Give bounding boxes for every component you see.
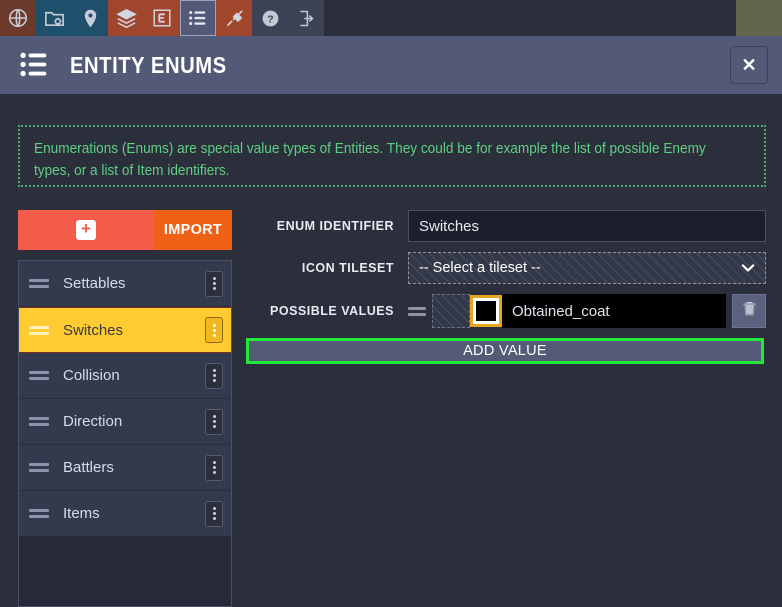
enum-item-menu-button[interactable] — [205, 408, 223, 435]
modal-header: ENTITY ENUMS ✕ — [0, 36, 782, 94]
globe-icon — [7, 7, 29, 29]
drag-handle-icon[interactable] — [29, 462, 49, 474]
enum-item-menu-button[interactable] — [205, 317, 223, 343]
enum-list-panel: + IMPORT Settables Switches Collision Direc… — [18, 210, 232, 607]
toolbar-button-entities[interactable] — [144, 0, 180, 36]
drag-handle-icon[interactable] — [29, 508, 49, 520]
enum-identifier-input[interactable] — [408, 210, 766, 242]
folder-settings-icon — [43, 7, 66, 30]
enum-list-item-label: Battlers — [63, 459, 114, 476]
value-color-swatch[interactable] — [470, 295, 502, 327]
map-pin-icon — [80, 8, 101, 29]
value-name-input[interactable] — [502, 294, 726, 328]
list-icon — [18, 48, 52, 82]
svg-text:?: ? — [267, 13, 273, 25]
help-question-icon: ? — [260, 8, 281, 29]
drag-handle-icon[interactable] — [29, 370, 49, 382]
enum-list-item[interactable]: Collision — [19, 353, 231, 399]
icon-tileset-label: ICON TILESET — [301, 261, 394, 275]
add-value-button[interactable]: ADD VALUE — [246, 338, 764, 364]
enum-item-menu-button[interactable] — [205, 500, 223, 527]
import-button[interactable]: IMPORT — [154, 210, 232, 250]
value-color-inner — [476, 301, 496, 321]
enum-list-item[interactable]: Direction — [19, 399, 231, 445]
possible-values-label: POSSIBLE VALUES — [270, 304, 394, 318]
toolbar-button-layers[interactable] — [108, 0, 144, 36]
info-banner: Enumerations (Enums) are special value t… — [18, 125, 766, 187]
enum-list-item[interactable]: Items — [19, 491, 231, 537]
toolbar-button-paint[interactable] — [216, 0, 252, 36]
icon-tileset-row: ICON TILESET -- Select a tileset -- — [246, 252, 766, 284]
delete-value-button[interactable] — [732, 294, 766, 328]
enum-identifier-row: ENUM IDENTIFIER — [246, 210, 766, 242]
toolbar-button-help[interactable]: ? — [252, 0, 288, 36]
add-enum-button[interactable]: + — [18, 210, 154, 250]
app-toolbar: ? — [0, 0, 782, 36]
enum-item-menu-button[interactable] — [205, 362, 223, 389]
enum-list-item-label: Direction — [63, 413, 123, 430]
exit-arrow-icon — [296, 8, 317, 29]
add-value-button-label: ADD VALUE — [463, 343, 547, 359]
trash-icon — [740, 299, 759, 323]
toolbar-button-globe[interactable] — [0, 0, 36, 36]
toolbar-button-entity-enums[interactable] — [180, 0, 216, 36]
drag-handle-icon[interactable] — [29, 324, 49, 336]
chevron-down-icon — [741, 261, 755, 276]
toolbar-olive-region — [736, 0, 782, 36]
enum-list-item[interactable]: Settables — [19, 261, 231, 307]
plus-icon: + — [76, 220, 96, 240]
enum-list[interactable]: Settables Switches Collision Direction Battl… — [18, 260, 232, 607]
enum-list-item-label: Settables — [63, 275, 126, 292]
drag-handle-icon[interactable] — [29, 416, 49, 428]
paint-brush-icon — [223, 7, 246, 30]
list-icon — [187, 7, 209, 29]
layers-icon — [115, 7, 138, 30]
enum-list-item-label: Items — [63, 505, 100, 522]
entity-e-icon — [151, 7, 173, 29]
icon-tileset-select[interactable]: -- Select a tileset -- — [408, 252, 766, 284]
import-button-label: IMPORT — [163, 222, 223, 238]
value-drag-handle[interactable] — [408, 305, 426, 317]
value-icon-slot[interactable] — [432, 294, 470, 328]
enum-list-item[interactable]: Switches — [19, 307, 231, 353]
page-title: ENTITY ENUMS — [70, 51, 227, 78]
enum-item-menu-button[interactable] — [205, 454, 223, 481]
close-button[interactable]: ✕ — [730, 46, 768, 84]
toolbar-empty-space — [324, 0, 736, 36]
enum-item-menu-button[interactable] — [205, 270, 223, 297]
enum-list-item-label: Collision — [63, 367, 120, 384]
modal-body: Enumerations (Enums) are special value t… — [0, 94, 782, 607]
icon-tileset-selected-value: -- Select a tileset -- — [419, 260, 541, 276]
enum-list-item-label: Switches — [63, 321, 124, 339]
enum-list-item[interactable]: Battlers — [19, 445, 231, 491]
toolbar-button-map-pin[interactable] — [72, 0, 108, 36]
toolbar-button-project-settings[interactable] — [36, 0, 72, 36]
drag-handle-icon[interactable] — [29, 278, 49, 290]
enum-list-actions: + IMPORT — [18, 210, 232, 250]
toolbar-button-exit[interactable] — [288, 0, 324, 36]
enum-identifier-label: ENUM IDENTIFIER — [276, 219, 394, 233]
enum-detail-form: ENUM IDENTIFIER ICON TILESET -- Select a… — [246, 210, 766, 364]
possible-values-row: POSSIBLE VALUES — [246, 294, 766, 328]
info-banner-text: Enumerations (Enums) are special value t… — [34, 141, 706, 179]
